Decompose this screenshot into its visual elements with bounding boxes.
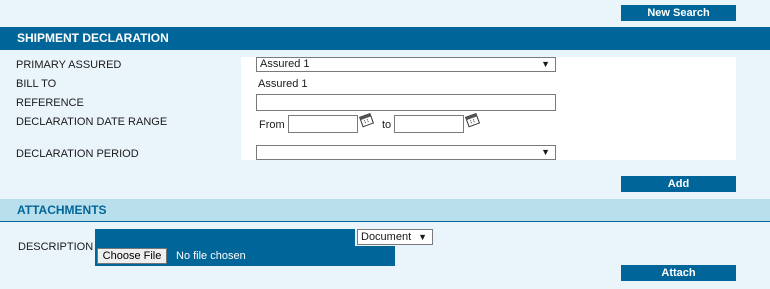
declaration-period-select[interactable]: ▼ <box>256 145 556 160</box>
shipment-declaration-header: SHIPMENT DECLARATION <box>0 27 770 50</box>
reference-input[interactable] <box>256 94 556 111</box>
document-type-value: Document <box>361 231 412 243</box>
calendar-icon[interactable] <box>359 112 375 128</box>
add-button[interactable]: Add <box>621 176 736 192</box>
primary-assured-value: Assured 1 <box>260 58 310 70</box>
reference-label: REFERENCE <box>16 97 84 109</box>
choose-file-button[interactable]: Choose File <box>97 248 167 264</box>
chevron-down-icon: ▼ <box>541 147 550 157</box>
file-picker: Choose File No file chosen <box>95 246 395 266</box>
declaration-period-label: DECLARATION PERIOD <box>16 148 139 160</box>
date-range-label: DECLARATION DATE RANGE <box>16 116 168 128</box>
file-status: No file chosen <box>176 250 246 262</box>
document-type-select[interactable]: Document ▼ <box>357 229 433 245</box>
primary-assured-select[interactable]: Assured 1 ▼ <box>256 57 556 72</box>
to-date-input[interactable] <box>394 115 464 133</box>
primary-assured-label: PRIMARY ASSURED <box>16 59 122 71</box>
to-label: to <box>382 119 392 131</box>
attach-button[interactable]: Attach <box>621 265 736 281</box>
from-label: From <box>259 119 285 131</box>
attachments-header: ATTACHMENTS <box>0 199 770 222</box>
from-date-input[interactable] <box>288 115 358 133</box>
bill-to-value: Assured 1 <box>258 78 308 90</box>
chevron-down-icon: ▼ <box>541 59 550 69</box>
chevron-down-icon: ▼ <box>418 232 427 242</box>
new-search-button[interactable]: New Search <box>621 5 736 21</box>
description-input[interactable] <box>95 229 355 246</box>
description-label: DESCRIPTION <box>18 241 94 253</box>
calendar-icon[interactable] <box>465 112 481 128</box>
bill-to-label: BILL TO <box>16 78 57 90</box>
